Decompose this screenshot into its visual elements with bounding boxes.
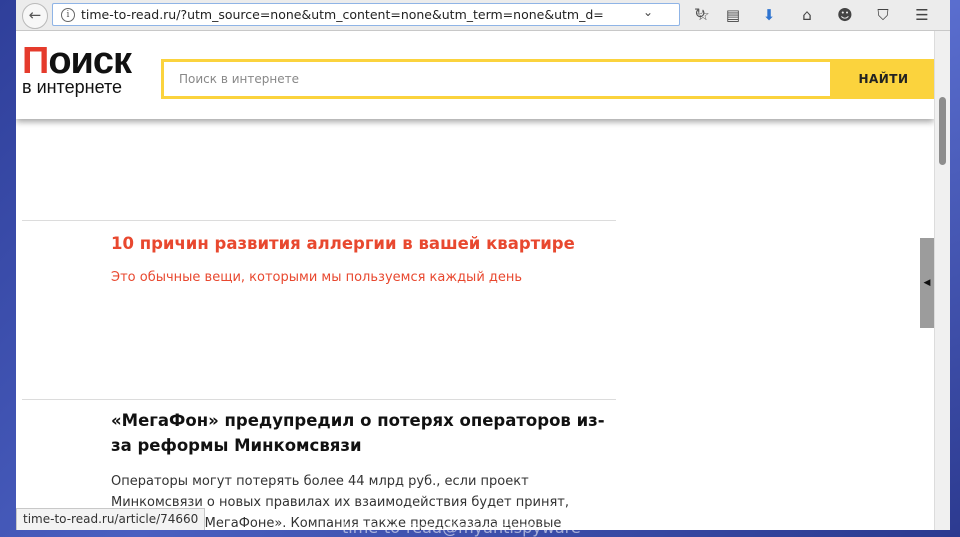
pocket-icon[interactable]: ⛉ — [872, 4, 894, 26]
status-bar: time-to-read.ru/article/74660 — [16, 508, 206, 530]
download-icon[interactable]: ⬇ — [758, 4, 780, 26]
reader-icon[interactable]: ▤ — [722, 4, 744, 26]
logo-first-letter: П — [22, 40, 49, 82]
search-input[interactable] — [164, 62, 829, 96]
info-icon[interactable]: i — [61, 8, 75, 22]
page-scrollbar[interactable] — [934, 31, 950, 530]
divider — [22, 220, 616, 221]
side-panel-toggle-icon[interactable]: ◀ — [920, 238, 934, 328]
article-subtitle-link[interactable]: Это обычные вещи, которыми мы пользуемся… — [111, 269, 611, 287]
scrollbar-thumb[interactable] — [939, 97, 946, 165]
site-header: Поиск в интернете НАЙТИ — [16, 31, 934, 119]
url-text[interactable]: time-to-read.ru/?utm_source=none&utm_con… — [81, 7, 621, 22]
dropdown-icon[interactable]: ⌄ — [643, 5, 653, 19]
chat-icon[interactable]: ☻ — [834, 4, 856, 26]
search-button[interactable]: НАЙТИ — [833, 59, 934, 99]
logo-word: оиск — [48, 40, 132, 82]
watermark: time-to-read@myantispyware — [342, 518, 581, 537]
home-icon[interactable]: ⌂ — [796, 4, 818, 26]
browser-window: ← i time-to-read.ru/?utm_source=none&utm… — [16, 0, 950, 530]
browser-toolbar: ← i time-to-read.ru/?utm_source=none&utm… — [16, 0, 950, 31]
star-icon[interactable]: ☆ — [692, 4, 714, 26]
logo-tagline: в интернете — [22, 77, 123, 97]
article-title-link[interactable]: «МегаФон» предупредил о потерях оператор… — [111, 408, 606, 458]
web-page: Поиск в интернете НАЙТИ 10 причин развит… — [16, 31, 934, 530]
article-title-link[interactable]: 10 причин развития аллергии в вашей квар… — [111, 233, 611, 255]
back-arrow-icon[interactable]: ← — [22, 3, 48, 29]
address-bar[interactable]: i time-to-read.ru/?utm_source=none&utm_c… — [52, 3, 680, 26]
search-box — [161, 59, 833, 99]
menu-icon[interactable]: ☰ — [911, 4, 933, 26]
divider — [22, 399, 616, 400]
site-logo[interactable]: Поиск в интернете — [22, 40, 132, 97]
